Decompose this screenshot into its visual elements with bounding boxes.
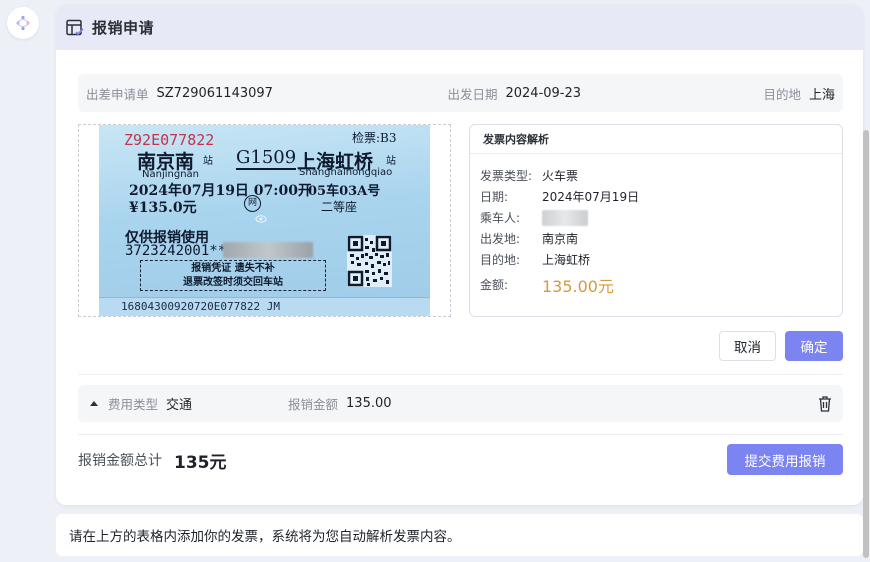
ticket-to-en: Shanghaihongqiao <box>299 167 393 178</box>
parse-label: 出发地: <box>480 232 521 246</box>
parse-row-passenger: 乘车人: <box>480 207 842 228</box>
ticket-to-suffix: 站 <box>386 156 396 167</box>
ticket-check-gate: 检票:B3 <box>352 131 397 145</box>
total-row: 报销金额总计 135元 <box>78 445 227 475</box>
departure-date-label: 出发日期 <box>447 86 498 102</box>
ticket-notice-line2: 退票改签时须交回车站 <box>183 277 283 288</box>
ticket-train: G1509 <box>236 147 297 170</box>
fee-type-value: 交通 <box>166 398 193 413</box>
app-logo <box>7 7 39 39</box>
card-header: 报销申请 <box>56 5 863 50</box>
ticket-notice-line1: 报销凭证 遗失不补 <box>191 263 275 274</box>
invoice-upload-area[interactable]: Z92E077822 检票:B3 南京南 站 G1509 上海虹桥 站 Nanj… <box>78 124 451 317</box>
passenger-masked <box>542 209 588 226</box>
parse-value: 上海虹桥 <box>542 253 591 267</box>
parse-label: 目的地: <box>480 253 521 267</box>
parse-amount-value: 135.00元 <box>542 276 614 296</box>
parse-amount-label: 金额: <box>480 278 509 292</box>
total-label: 报销金额总计 <box>78 453 162 469</box>
confirm-button[interactable]: 确定 <box>785 331 843 361</box>
form-icon <box>65 18 85 38</box>
ticket-from-suffix: 站 <box>203 156 213 167</box>
preview-eye-icon[interactable] <box>255 213 267 225</box>
parse-row-from: 出发地: 南京南 <box>480 228 842 249</box>
fee-amount-value: 135.00 <box>346 396 392 411</box>
fee-type-label: 费用类型 <box>108 397 159 412</box>
parse-label: 日期: <box>480 190 509 204</box>
cancel-button[interactable]: 取消 <box>719 331 776 361</box>
divider <box>78 434 843 435</box>
invoice-parse-panel: 发票内容解析 发票类型: 火车票 日期: 2024年07月19日 乘车人: 出发… <box>469 124 843 317</box>
parse-row-date: 日期: 2024年07月19日 <box>480 186 842 207</box>
page-title: 报销申请 <box>92 19 155 37</box>
ticket-id-masked <box>223 242 313 258</box>
workflow-icon <box>16 15 30 31</box>
trip-info-row: 出差申请单 SZ729061143097 出发日期 2024-09-23 目的地… <box>78 74 843 112</box>
destination-label: 目的地 <box>763 86 801 102</box>
divider <box>78 374 843 375</box>
reimbursement-card: 报销申请 出差申请单 SZ729061143097 出发日期 2024-09-2… <box>56 5 863 505</box>
hint-message: 请在上方的表格内添加你的发票，系统将为您自动解析发票内容。 <box>56 514 863 556</box>
scrollbar[interactable] <box>863 130 869 558</box>
parse-row-to: 目的地: 上海虹桥 <box>480 249 842 270</box>
ticket-notice: 报销凭证 遗失不补 退票改签时须交回车站 <box>140 260 326 291</box>
parse-value: 南京南 <box>542 232 579 246</box>
parse-panel-title: 发票内容解析 <box>470 125 842 154</box>
parse-label: 发票类型: <box>480 169 533 183</box>
delete-icon[interactable] <box>817 395 833 412</box>
fee-amount-label: 报销金额 <box>288 397 339 412</box>
parse-row-amount: 金额: 135.00元 <box>480 274 842 296</box>
order-value: SZ729061143097 <box>156 85 273 101</box>
departure-date-value: 2024-09-23 <box>505 85 582 101</box>
parse-value: 2024年07月19日 <box>542 190 640 204</box>
destination-value: 上海 <box>808 87 835 103</box>
parse-row-type: 发票类型: 火车票 <box>480 165 842 186</box>
train-ticket-image: Z92E077822 检票:B3 南京南 站 G1509 上海虹桥 站 Nanj… <box>99 125 430 316</box>
ticket-price: ¥135.0元 <box>129 200 197 216</box>
collapse-caret-icon[interactable] <box>90 401 98 406</box>
order-label: 出差申请单 <box>86 86 149 102</box>
ticket-from-en: Nanjingnan <box>142 169 199 180</box>
ticket-seat-class: 二等座 <box>321 200 358 214</box>
ticket-seat: 05车03A号 <box>308 184 381 199</box>
parse-label: 乘车人: <box>480 211 521 225</box>
submit-expense-button[interactable]: 提交费用报销 <box>727 444 843 475</box>
fee-item-row: 费用类型 交通 报销金额 135.00 <box>78 385 843 422</box>
qr-code-icon <box>347 235 392 287</box>
total-value: 135元 <box>174 452 227 473</box>
ticket-net-mark: 网 <box>244 195 261 212</box>
ticket-serial: 16804300920720E077822 JM <box>121 300 280 313</box>
parse-value: 火车票 <box>542 169 579 183</box>
